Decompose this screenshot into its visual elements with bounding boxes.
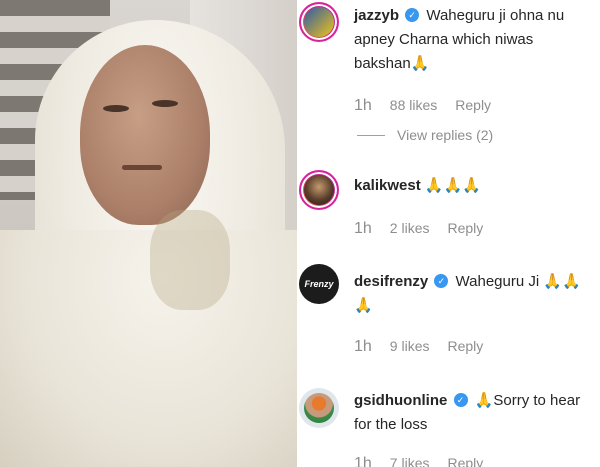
comment-body: Waheguru Ji bbox=[455, 273, 540, 290]
reply-button[interactable]: Reply bbox=[455, 97, 491, 113]
comment-time: 1h bbox=[354, 97, 372, 114]
comment-username[interactable]: jazzyb bbox=[354, 7, 399, 24]
avatar[interactable]: Frenzy bbox=[299, 264, 339, 304]
comment-likes[interactable]: 2 likes bbox=[390, 220, 430, 236]
view-replies[interactable]: View replies (2) bbox=[357, 127, 493, 143]
jazzyb-avatar-icon bbox=[304, 7, 334, 37]
reply-button[interactable]: Reply bbox=[447, 455, 483, 467]
comment-text: kalikwest 🙏🙏🙏 bbox=[354, 174, 594, 198]
comment-username[interactable]: gsidhuonline bbox=[354, 392, 447, 409]
avatar[interactable] bbox=[299, 2, 339, 42]
verified-badge-icon: ✓ bbox=[434, 274, 449, 289]
mouth bbox=[122, 165, 162, 170]
prayer-hands-icon: 🙏 bbox=[474, 392, 494, 409]
comment-text: desifrenzy ✓ Waheguru Ji 🙏🙏🙏 bbox=[354, 270, 594, 318]
face bbox=[80, 45, 210, 225]
kalikwest-avatar-icon bbox=[304, 175, 334, 205]
post-photo bbox=[0, 0, 297, 467]
comment-text: jazzyb ✓ Waheguru ji ohna nu apney Charn… bbox=[354, 4, 594, 76]
verified-badge-icon: ✓ bbox=[405, 8, 420, 23]
comment-likes[interactable]: 9 likes bbox=[390, 338, 430, 354]
comment-time: 1h bbox=[354, 220, 372, 237]
prayer-hands-icon: 🙏 bbox=[410, 55, 430, 72]
comment-likes[interactable]: 7 likes bbox=[390, 455, 430, 467]
comments-panel: jazzyb ✓ Waheguru ji ohna nu apney Charn… bbox=[297, 0, 600, 467]
avatar[interactable] bbox=[299, 388, 339, 428]
right-eye bbox=[152, 100, 178, 107]
comment-time: 1h bbox=[354, 455, 372, 467]
left-eye bbox=[103, 105, 129, 112]
view-replies-label: View replies (2) bbox=[397, 127, 494, 143]
desifrenzy-avatar-icon: Frenzy bbox=[304, 269, 334, 299]
comment-meta: 1h 7 likes Reply bbox=[354, 455, 483, 467]
comment-username[interactable]: desifrenzy bbox=[354, 273, 428, 290]
white-garment bbox=[0, 230, 297, 467]
comment-meta: 1h 88 likes Reply bbox=[354, 97, 491, 115]
gsidhuonline-avatar-icon bbox=[304, 393, 334, 423]
reply-button[interactable]: Reply bbox=[447, 220, 483, 236]
prayer-hands-icon: 🙏🙏🙏 bbox=[424, 177, 481, 194]
comment-username[interactable]: kalikwest bbox=[354, 177, 421, 194]
comment-meta: 1h 9 likes Reply bbox=[354, 338, 483, 356]
verified-badge-icon: ✓ bbox=[453, 393, 468, 408]
divider-line bbox=[357, 134, 385, 136]
comment-meta: 1h 2 likes Reply bbox=[354, 220, 483, 238]
garment-shadow bbox=[150, 210, 230, 310]
comment-time: 1h bbox=[354, 338, 372, 355]
comment-text: gsidhuonline ✓ 🙏Sorry to hear for the lo… bbox=[354, 389, 594, 437]
comment-likes[interactable]: 88 likes bbox=[390, 97, 437, 113]
avatar[interactable] bbox=[299, 170, 339, 210]
reply-button[interactable]: Reply bbox=[447, 338, 483, 354]
